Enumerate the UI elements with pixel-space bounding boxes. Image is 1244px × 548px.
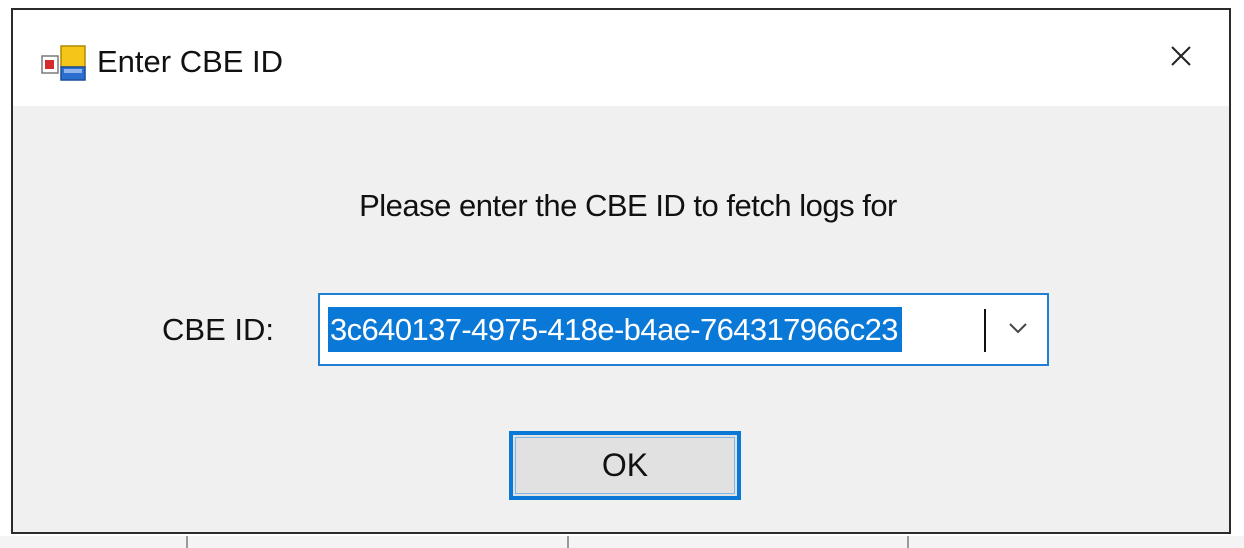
cbe-id-label: CBE ID: [162,312,274,347]
cbe-id-combobox[interactable]: 3c640137-4975-418e-b4ae-764317966c23 [318,293,1049,366]
enter-cbe-id-dialog: Enter CBE ID Please enter the CBE ID to … [11,8,1231,534]
dropdown-button[interactable] [989,295,1047,364]
dialog-title: Enter CBE ID [97,44,284,79]
close-button[interactable] [1133,10,1229,106]
app-icon [41,42,87,82]
ok-button-focus-ring [515,437,735,494]
background-column-divider [907,536,909,548]
cbe-id-selected-text[interactable]: 3c640137-4975-418e-b4ae-764317966c23 [328,307,902,352]
chevron-down-icon [1008,321,1028,339]
title-bar[interactable]: Enter CBE ID [13,10,1229,106]
background-column-divider [186,536,188,548]
close-icon [1170,45,1192,72]
prompt-text: Please enter the CBE ID to fetch logs fo… [359,188,897,223]
text-caret [984,309,986,352]
ok-button[interactable]: OK [509,431,741,500]
background-column-divider [567,536,569,548]
